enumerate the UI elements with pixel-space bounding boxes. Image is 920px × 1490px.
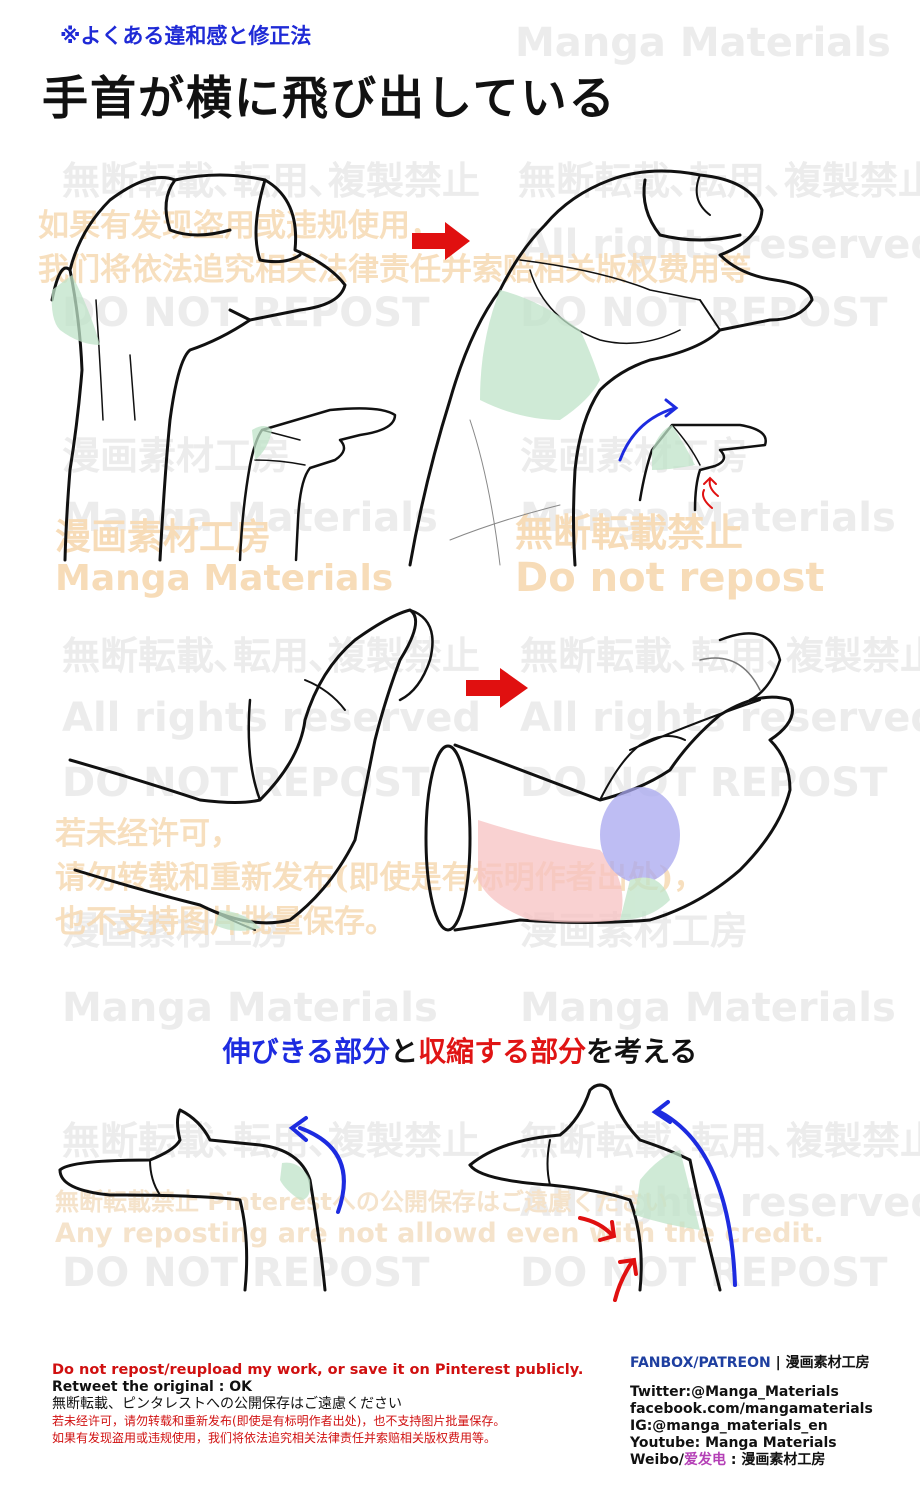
fanbox-line[interactable]: FANBOX/PATREON | 漫画素材工房 [630, 1355, 873, 1372]
weibo-prefix: Weibo/ [630, 1452, 684, 1468]
weibo-suffix: : 漫画素材工房 [726, 1452, 826, 1468]
youtube-link[interactable]: Youtube: Manga Materials [630, 1435, 873, 1452]
fanbox-label[interactable]: FANBOX/PATREON [630, 1355, 771, 1371]
footer-line-2: Retweet the original : OK [52, 1379, 252, 1395]
fanbox-name: 漫画素材工房 [785, 1355, 870, 1371]
red-small-arrow-icon [578, 1216, 638, 1302]
caption: 伸びきる部分と収縮する部分を考える [0, 1030, 920, 1070]
red-arrow-icon [466, 668, 528, 708]
weibo-link[interactable]: Weibo/爱发电 : 漫画素材工房 [630, 1452, 873, 1469]
fanbox-sep: | [770, 1355, 786, 1371]
twitter-link[interactable]: Twitter:@Manga_Materials [630, 1384, 873, 1401]
footer-line-4: 若未经许可，请勿转载和重新发布(即使是有标明作者出处)，也不支持图片批量保存。 [52, 1414, 506, 1428]
footer-links: FANBOX/PATREON | 漫画素材工房 Twitter:@Manga_M… [630, 1355, 873, 1469]
footer-notice: Do not repost/reupload my work, or save … [52, 1362, 583, 1447]
instagram-link[interactable]: IG:@manga_materials_en [630, 1418, 873, 1435]
hand-drawing-bend-1 [58, 1108, 327, 1292]
hand-drawing-bad-wrist [50, 173, 347, 562]
weibo-afdian[interactable]: 爱发电 [684, 1452, 726, 1468]
illustrations [50, 169, 814, 1302]
footer-line-5: 如果有发现盗用或违规使用，我们将依法追究相关法律责任并索赔相关版权费用等。 [52, 1431, 497, 1445]
caption-think: を考える [586, 1035, 698, 1068]
red-arrow-icon [412, 222, 470, 260]
footer-line-1: Do not repost/reupload my work, or save … [52, 1362, 584, 1378]
footer-line-3: 無断転載、ピンタレストへの公開保存はご遠慮ください [52, 1396, 402, 1412]
caption-stretch: 伸びきる部分 [222, 1035, 391, 1068]
arm-drawing-bad [68, 608, 434, 931]
caption-and: と [390, 1035, 419, 1068]
hand-drawing-corrected [408, 169, 814, 567]
caption-contract: 収縮する部分 [418, 1035, 587, 1068]
red-small-arrow-icon [702, 476, 719, 509]
facebook-link[interactable]: facebook.com/mangamaterials [630, 1401, 873, 1418]
